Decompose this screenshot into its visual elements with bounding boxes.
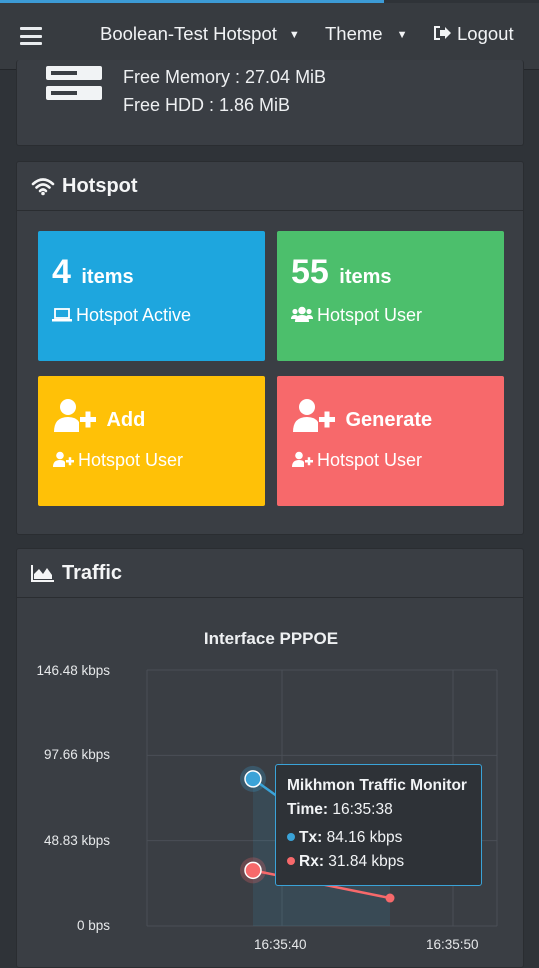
traffic-card-header: Traffic	[17, 549, 523, 598]
chart-title: Interface PPPOE	[203, 629, 339, 648]
rx-dot-icon	[287, 857, 295, 865]
caret-down-icon: ▼	[396, 29, 408, 41]
tile-action-line: Generate	[291, 398, 432, 435]
add-user-tile[interactable]: Add Hotspot User	[38, 376, 265, 506]
laptop-icon	[52, 308, 72, 322]
add-user-action: Add	[106, 409, 146, 431]
wifi-icon	[31, 178, 55, 196]
caret-down-icon: ▼	[288, 29, 300, 41]
generate-users-tile[interactable]: Generate Hotspot User	[277, 376, 504, 506]
menu-bar	[20, 42, 42, 45]
tile-label-line: Hotspot User	[291, 450, 422, 471]
hotspot-active-unit: items	[81, 266, 134, 288]
hotspot-users-count: 55	[291, 253, 329, 291]
users-icon	[291, 306, 313, 322]
hotspot-active-label: Hotspot Active	[76, 305, 192, 325]
tooltip-tx-value: 84.16 kbps	[326, 829, 403, 846]
tile-label-line: Hotspot User	[291, 305, 422, 326]
user-plus-icon	[53, 451, 74, 467]
tooltip-time-label: Time:	[287, 801, 329, 818]
tile-label-line: Hotspot User	[52, 450, 183, 471]
x-tick-label: 16:35:40	[254, 937, 307, 952]
tx-dot-icon	[287, 833, 295, 841]
tooltip-rx-value: 31.84 kbps	[328, 853, 405, 870]
x-tick-label: 16:35:50	[426, 937, 479, 952]
hotspot-name: Boolean-Test Hotspot	[100, 23, 277, 44]
tooltip-time: Time: 16:35:38	[287, 801, 481, 819]
tooltip-rx: Rx: 31.84 kbps	[287, 853, 481, 871]
tile-count-line: 4 items	[52, 253, 134, 292]
tooltip-tx-label: Tx:	[299, 829, 323, 846]
server-icon	[46, 66, 102, 100]
tile-action-line: Add	[52, 398, 145, 435]
y-tick-label: 48.83 kbps	[43, 833, 110, 848]
add-user-icon	[293, 399, 335, 432]
hotspot-card-header: Hotspot	[17, 162, 523, 211]
tile-label-line: Hotspot Active	[52, 305, 191, 326]
hotspot-selector[interactable]: Boolean-Test Hotspot ▼	[100, 23, 300, 45]
logout-icon	[434, 26, 451, 40]
system-info-card: Free Memory : 27.04 MiB Free HDD : 1.86 …	[16, 60, 524, 146]
area-chart-icon	[31, 565, 54, 582]
hotspot-users-label: Hotspot User	[317, 305, 423, 325]
tooltip-time-value: 16:35:38	[332, 801, 393, 818]
add-user-label: Hotspot User	[78, 450, 184, 470]
hotspot-users-unit: items	[339, 266, 392, 288]
y-tick-label: 97.66 kbps	[43, 747, 110, 762]
menu-bar	[20, 27, 42, 30]
y-tick-label: 0 bps	[76, 918, 110, 933]
menu-bar	[20, 34, 42, 38]
hotspot-active-count: 4	[52, 253, 71, 291]
free-memory-text: Free Memory : 27.04 MiB	[123, 67, 327, 87]
hotspot-card-title: Hotspot	[62, 174, 138, 197]
traffic-card-title: Traffic	[62, 561, 123, 584]
tooltip-rx-label: Rx:	[299, 853, 324, 870]
y-tick-label: 146.48 kbps	[36, 663, 110, 678]
theme-menu[interactable]: Theme ▼	[325, 23, 407, 45]
logout-button[interactable]: Logout	[433, 23, 514, 45]
theme-label: Theme	[325, 23, 383, 44]
free-hdd-text: Free HDD : 1.86 MiB	[123, 95, 291, 115]
logout-label: Logout	[457, 23, 514, 44]
tile-count-line: 55 items	[291, 253, 392, 292]
user-plus-icon	[292, 451, 313, 467]
generate-users-action: Generate	[345, 409, 433, 431]
generate-users-label: Hotspot User	[317, 450, 423, 470]
chart-tooltip: Mikhmon Traffic Monitor Time: 16:35:38 T…	[275, 764, 482, 886]
menu-toggle-button[interactable]	[20, 27, 42, 45]
tooltip-title: Mikhmon Traffic Monitor	[287, 777, 467, 794]
hotspot-users-tile[interactable]: 55 items Hotspot User	[277, 231, 504, 361]
hotspot-active-tile[interactable]: 4 items Hotspot Active	[38, 231, 265, 361]
hotspot-card: Hotspot 4 items Hotspot Active 55 items	[16, 161, 524, 535]
add-user-icon	[54, 399, 96, 432]
tooltip-tx: Tx: 84.16 kbps	[287, 829, 481, 847]
